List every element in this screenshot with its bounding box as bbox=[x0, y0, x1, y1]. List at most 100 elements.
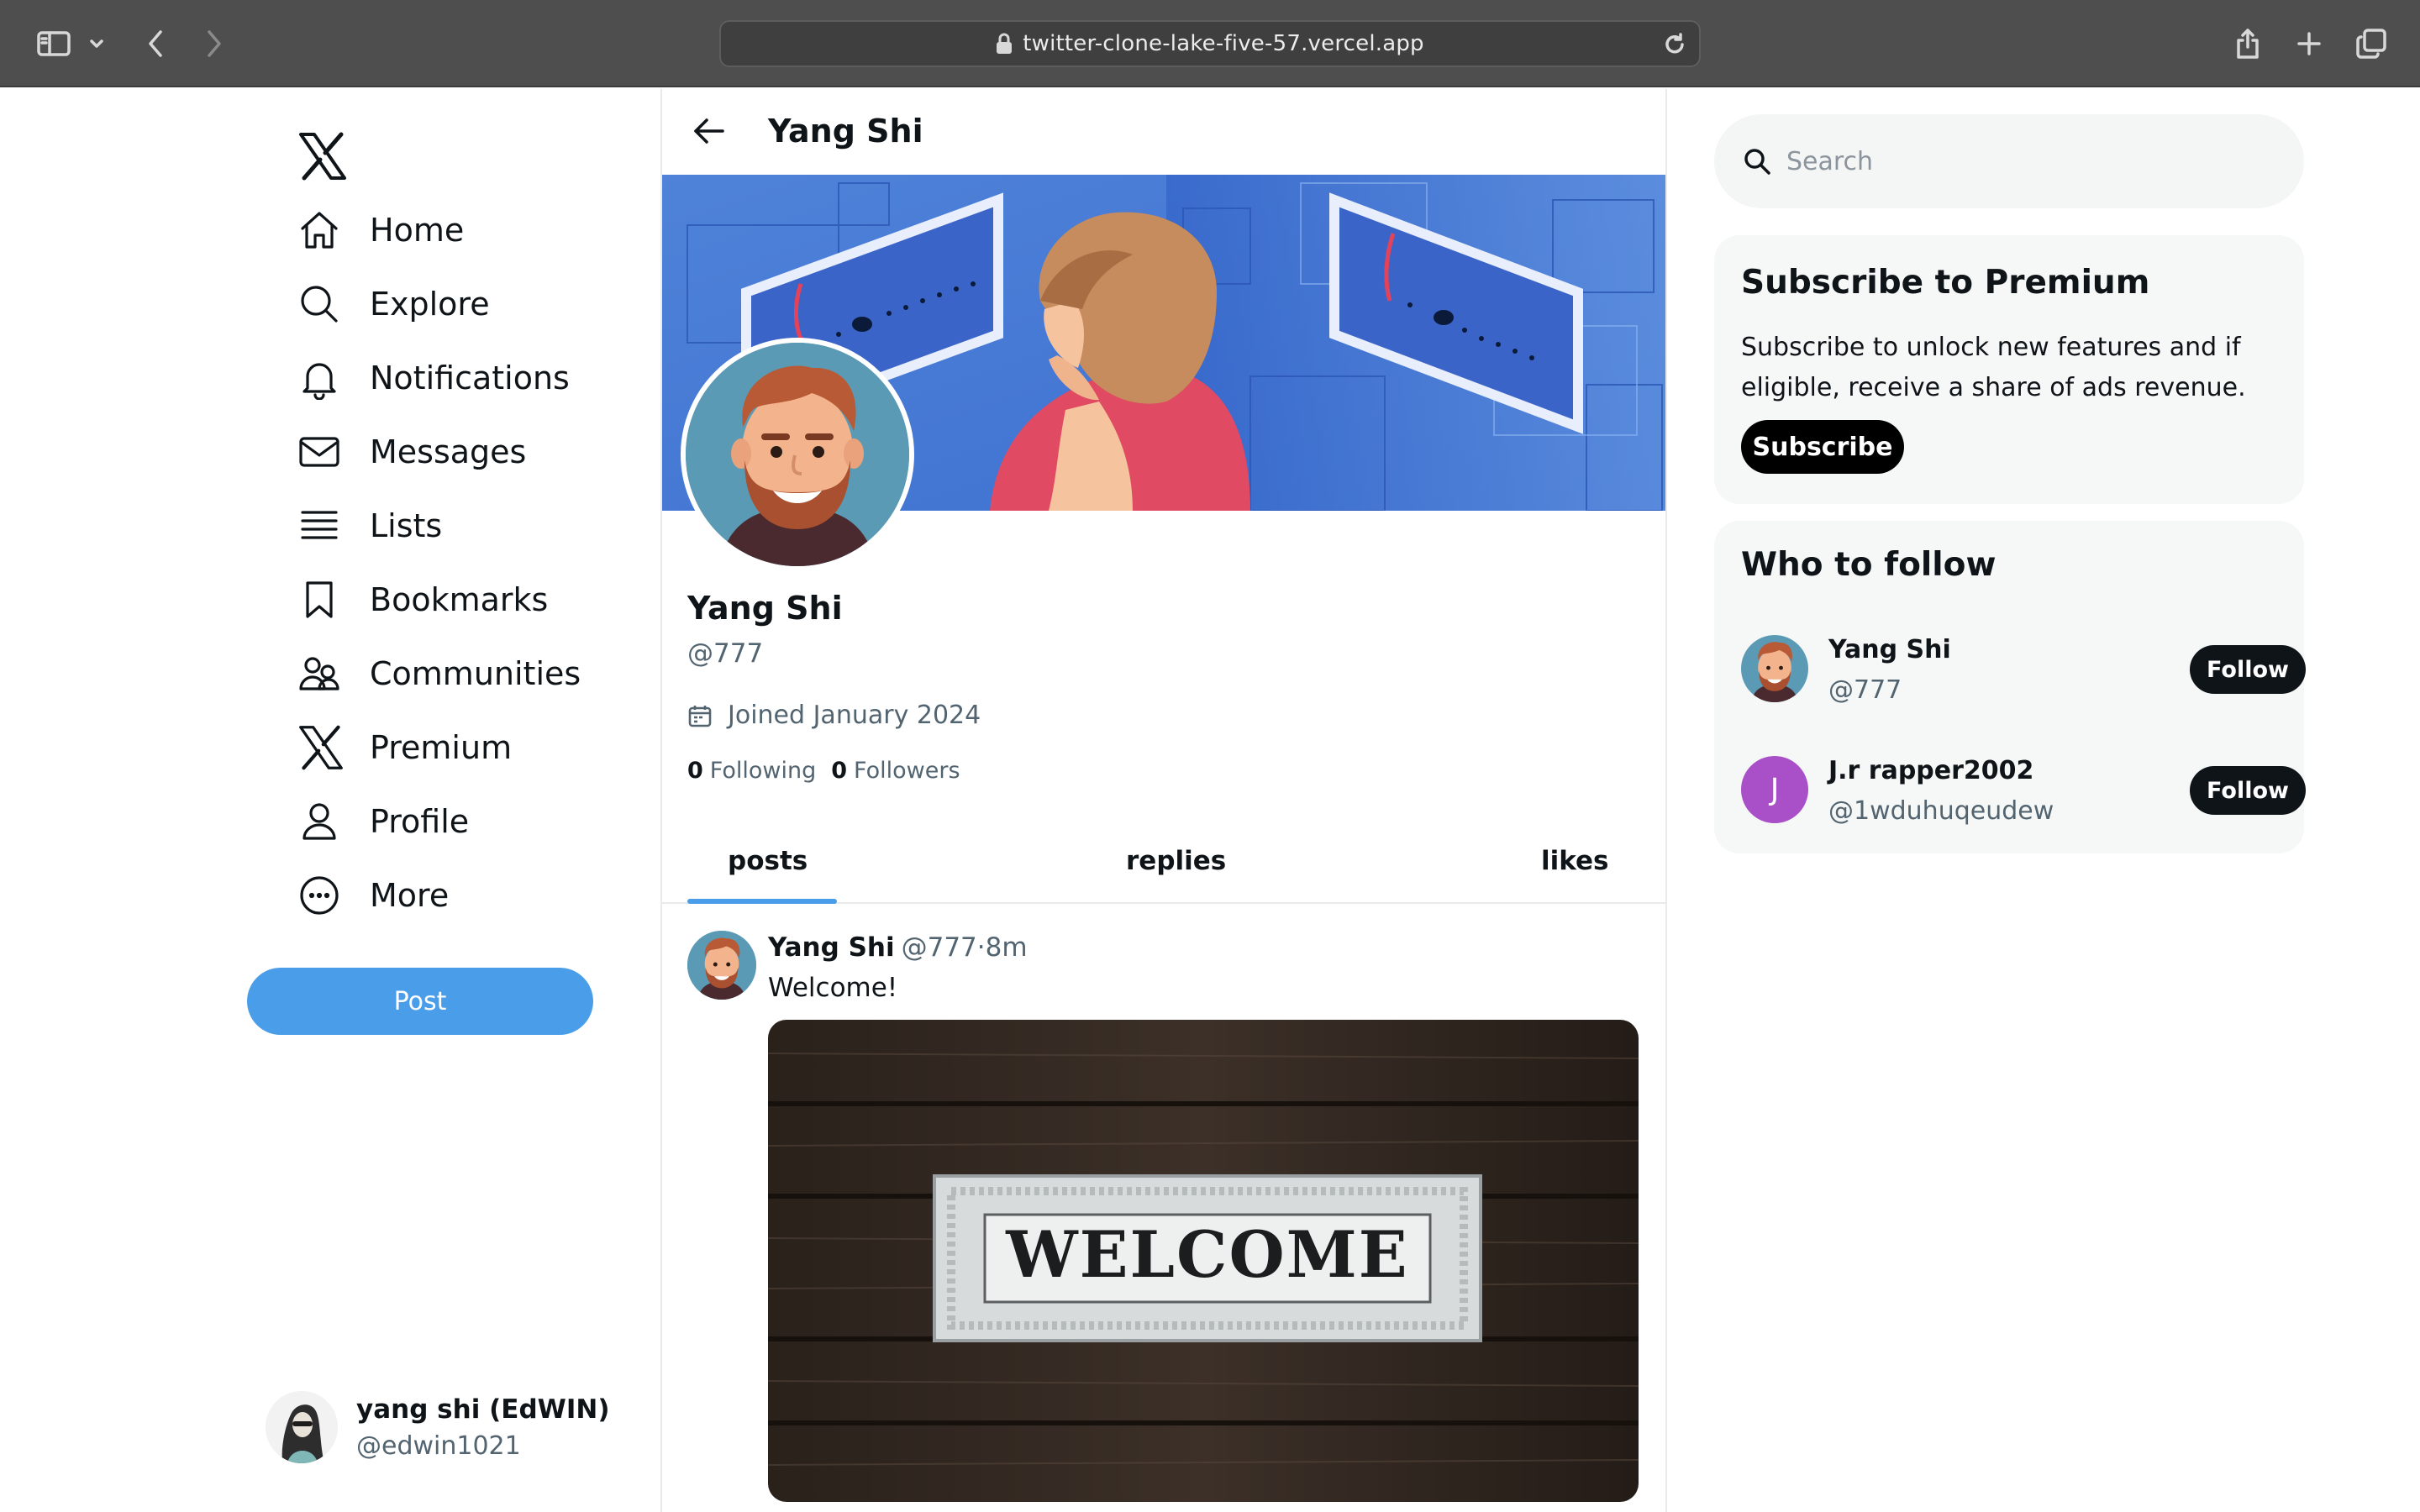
nav-explore[interactable]: Explore bbox=[297, 277, 490, 331]
followers-label: Followers bbox=[854, 758, 960, 784]
followers-count: 0 bbox=[831, 758, 848, 784]
tweet-author-handle: @777 bbox=[901, 932, 977, 963]
suggestion-name: J.r rapper2002 bbox=[1828, 756, 2034, 785]
profile-column: Yang Shi Yang Shi @777 Joined January 20… bbox=[662, 89, 1665, 1512]
nav-label: Premium bbox=[370, 729, 513, 766]
suggestion-handle: @777 bbox=[1828, 675, 1902, 705]
active-tab-indicator bbox=[687, 899, 837, 904]
follow-button[interactable]: Follow bbox=[2190, 645, 2306, 694]
avatar-initial: J bbox=[1770, 772, 1780, 807]
tab-replies[interactable]: replies bbox=[1126, 820, 1226, 902]
tab-likes[interactable]: likes bbox=[1541, 820, 1609, 902]
search-input[interactable] bbox=[1786, 146, 2257, 176]
nav-label: Profile bbox=[370, 803, 470, 840]
premium-card: Subscribe to Premium Subscribe to unlock… bbox=[1714, 235, 2304, 504]
nav-bookmarks[interactable]: Bookmarks bbox=[297, 573, 548, 627]
nav-label: Explore bbox=[370, 286, 490, 323]
who-to-follow-title: Who to follow bbox=[1741, 546, 1996, 584]
follow-suggestion[interactable]: Yang Shi @777 Follow bbox=[1741, 635, 2306, 707]
joined-text: Joined January 2024 bbox=[728, 701, 981, 730]
nav-label: Notifications bbox=[370, 360, 570, 396]
followers-link[interactable]: 0 Followers bbox=[831, 758, 960, 784]
lock-icon bbox=[997, 33, 1013, 54]
nav-home[interactable]: Home bbox=[297, 203, 464, 257]
joined-date: Joined January 2024 bbox=[687, 701, 981, 730]
nav-messages[interactable]: Messages bbox=[297, 425, 526, 479]
avatar bbox=[1741, 635, 1808, 702]
nav-profile[interactable]: Profile bbox=[297, 795, 469, 848]
left-sidebar: Home Explore Notifications Messages List… bbox=[0, 89, 660, 1512]
welcome-sign-text: WELCOME bbox=[1005, 1217, 1408, 1292]
nav-label: Lists bbox=[370, 507, 443, 544]
premium-title: Subscribe to Premium bbox=[1741, 264, 2150, 302]
back-nav-icon[interactable] bbox=[134, 20, 176, 67]
suggestion-handle: @1wduhuqeudew bbox=[1828, 796, 2054, 826]
people-icon bbox=[297, 647, 351, 701]
nav-notifications[interactable]: Notifications bbox=[297, 351, 570, 405]
tweet-image[interactable]: WELCOME bbox=[768, 1020, 1639, 1502]
subscribe-button[interactable]: Subscribe bbox=[1741, 420, 1904, 474]
bell-icon bbox=[297, 351, 351, 405]
avatar bbox=[266, 1391, 338, 1463]
new-tab-icon[interactable] bbox=[2286, 20, 2333, 67]
address-bar[interactable]: twitter-clone-lake-five-57.vercel.app bbox=[719, 20, 1701, 67]
list-icon bbox=[297, 499, 351, 553]
following-count: 0 bbox=[687, 758, 703, 784]
browser-toolbar: twitter-clone-lake-five-57.vercel.app bbox=[0, 0, 2420, 87]
back-arrow-icon[interactable] bbox=[684, 106, 734, 156]
nav-label: Communities bbox=[370, 655, 581, 692]
search-box[interactable] bbox=[1714, 114, 2304, 208]
tab-overview-icon[interactable] bbox=[2348, 20, 2395, 67]
reload-icon[interactable] bbox=[1662, 32, 1687, 57]
right-sidebar: Subscribe to Premium Subscribe to unlock… bbox=[1667, 89, 2420, 1512]
calendar-icon bbox=[688, 705, 712, 727]
chevron-down-icon[interactable] bbox=[84, 20, 109, 67]
bookmark-icon bbox=[297, 573, 351, 627]
avatar[interactable] bbox=[687, 931, 756, 1000]
follow-suggestion[interactable]: J J.r rapper2002 @1wduhuqeudew Follow bbox=[1741, 756, 2306, 828]
follow-stats: 0 Following 0 Followers bbox=[687, 758, 976, 784]
person-icon bbox=[297, 795, 351, 848]
mail-icon bbox=[297, 425, 351, 479]
following-label: Following bbox=[709, 758, 817, 784]
following-link[interactable]: 0 Following bbox=[687, 758, 816, 784]
sidebar-toggle-icon[interactable] bbox=[30, 20, 77, 67]
account-handle: @edwin1021 bbox=[356, 1431, 521, 1461]
x-logo-icon[interactable] bbox=[297, 131, 348, 181]
share-icon[interactable] bbox=[2227, 20, 2269, 67]
search-icon bbox=[297, 277, 351, 331]
home-icon bbox=[297, 203, 351, 257]
profile-avatar[interactable] bbox=[681, 338, 914, 571]
follow-button[interactable]: Follow bbox=[2190, 766, 2306, 815]
profile-handle: @777 bbox=[687, 638, 764, 669]
avatar: J bbox=[1741, 756, 1808, 823]
tweet-text: Welcome! bbox=[768, 973, 898, 1003]
nav-lists[interactable]: Lists bbox=[297, 499, 442, 553]
tweet-time: ·8m bbox=[976, 932, 1028, 963]
nav-label: Home bbox=[370, 212, 465, 249]
more-circle-icon bbox=[297, 869, 351, 922]
page-title: Yang Shi bbox=[768, 113, 923, 150]
nav-premium[interactable]: Premium bbox=[297, 721, 512, 774]
nav-label: Messages bbox=[370, 433, 527, 470]
profile-header-bar: Yang Shi bbox=[662, 89, 1665, 173]
account-name: yang shi (EdWIN) bbox=[356, 1394, 610, 1425]
search-icon bbox=[1744, 149, 1770, 175]
account-switcher[interactable]: yang shi (EdWIN) @edwin1021 bbox=[266, 1391, 610, 1463]
profile-name: Yang Shi bbox=[687, 590, 843, 627]
who-to-follow-card: Who to follow Yang Shi @777 Follow J J.r… bbox=[1714, 521, 2306, 853]
x-logo-icon bbox=[297, 721, 351, 774]
tweet-author-name[interactable]: Yang Shi bbox=[768, 932, 895, 963]
nav-label: Bookmarks bbox=[370, 581, 549, 618]
suggestion-name: Yang Shi bbox=[1828, 635, 1951, 664]
premium-description: Subscribe to unlock new features and if … bbox=[1741, 333, 2246, 402]
nav-more[interactable]: More bbox=[297, 869, 449, 922]
nav-label: More bbox=[370, 877, 450, 914]
tab-posts[interactable]: posts bbox=[728, 820, 808, 902]
post-button[interactable]: Post bbox=[247, 968, 593, 1035]
profile-tabs: posts replies likes bbox=[662, 820, 1665, 904]
forward-nav-icon[interactable] bbox=[193, 20, 235, 67]
nav-communities[interactable]: Communities bbox=[297, 647, 581, 701]
url-text: twitter-clone-lake-five-57.vercel.app bbox=[1023, 31, 1424, 56]
tweet-header: Yang Shi @777 ·8m bbox=[768, 932, 1028, 963]
